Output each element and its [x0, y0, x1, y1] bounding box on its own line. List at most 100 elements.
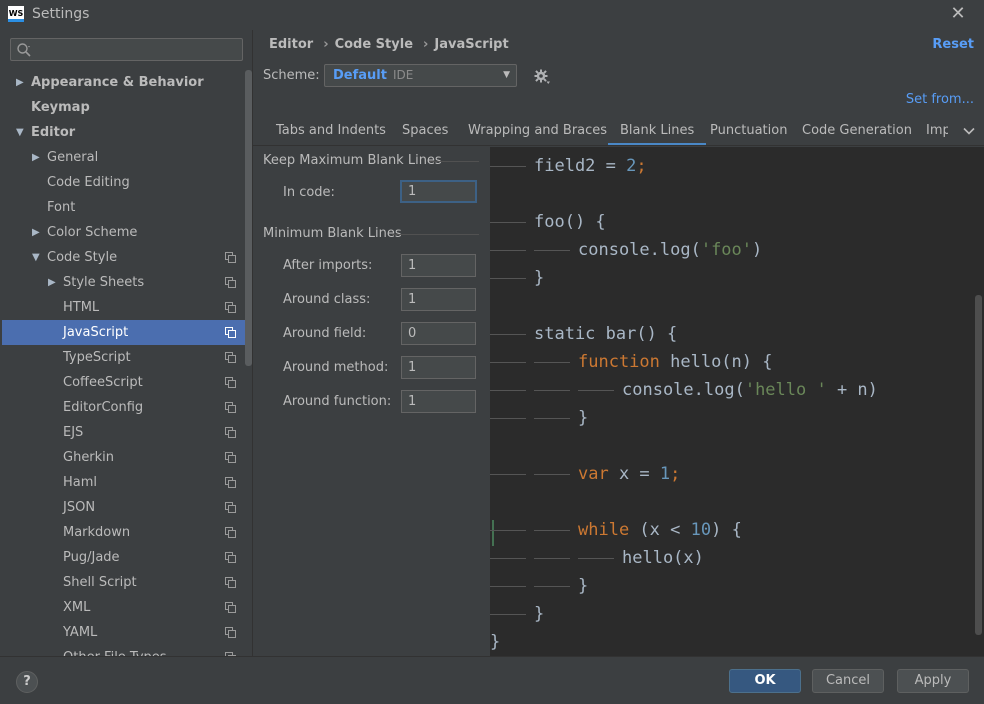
- code-line: }: [490, 404, 588, 432]
- reset-link[interactable]: Reset: [932, 37, 974, 52]
- tree-item[interactable]: Other File Types: [2, 645, 252, 656]
- tab-imports[interactable]: Imp: [926, 116, 948, 145]
- tree-item[interactable]: Haml: [2, 470, 252, 495]
- set-from-link[interactable]: Set from...: [906, 92, 974, 107]
- indent-guide: [534, 529, 570, 531]
- tree-item-label: Pug/Jade: [63, 550, 120, 565]
- scheme-dropdown[interactable]: Default IDE ▼: [324, 64, 517, 87]
- project-scope-icon: [225, 327, 236, 338]
- tree-item-label: Code Style: [47, 250, 118, 265]
- code-line: field2 = 2;: [490, 152, 647, 180]
- tree-item[interactable]: ▶ Appearance & Behavior: [2, 70, 252, 95]
- after-imports-input[interactable]: 1: [401, 254, 476, 277]
- search-icon: [17, 43, 31, 57]
- tree-item[interactable]: XML: [2, 595, 252, 620]
- tree-item[interactable]: ▶ Style Sheets: [2, 270, 252, 295]
- project-scope-icon: [225, 577, 236, 588]
- help-button[interactable]: ?: [16, 671, 38, 693]
- tree-item[interactable]: Markdown: [2, 520, 252, 545]
- code-token: hello(n) {: [659, 352, 773, 372]
- collapsed-arrow-icon[interactable]: ▶: [32, 145, 42, 170]
- tree-item[interactable]: HTML: [2, 295, 252, 320]
- title-bar: WS Settings ✕: [0, 0, 984, 30]
- expanded-arrow-icon[interactable]: ▼: [16, 120, 26, 145]
- cancel-button[interactable]: Cancel: [812, 669, 884, 693]
- code-line: }: [490, 264, 544, 292]
- tree-item-label: Style Sheets: [63, 275, 145, 290]
- tab-tabs-and-indents[interactable]: Tabs and Indents: [276, 116, 386, 145]
- around-class-input[interactable]: 1: [401, 288, 476, 311]
- code-line: console.log('hello ' + n): [490, 376, 878, 404]
- apply-button[interactable]: Apply: [897, 669, 969, 693]
- tree-item[interactable]: ▶ General: [2, 145, 252, 170]
- tree-item-label: General: [47, 150, 99, 165]
- tab-code-generation[interactable]: Code Generation: [802, 116, 912, 145]
- in-code-label: In code:: [283, 185, 335, 200]
- ok-button[interactable]: OK: [729, 669, 801, 693]
- code-line: function hello(n) {: [490, 348, 772, 376]
- in-code-input[interactable]: 1: [400, 180, 477, 203]
- around-function-input[interactable]: 1: [401, 390, 476, 413]
- around-field-input[interactable]: 0: [401, 322, 476, 345]
- tree-item[interactable]: Keymap: [2, 95, 252, 120]
- tree-item[interactable]: CoffeeScript: [2, 370, 252, 395]
- tree-item[interactable]: Code Editing: [2, 170, 252, 195]
- tree-item[interactable]: Shell Script: [2, 570, 252, 595]
- indent-guide: [534, 473, 570, 475]
- code-line: }: [490, 628, 500, 656]
- expanded-arrow-icon[interactable]: ▼: [32, 245, 42, 270]
- group-separator: [392, 234, 479, 235]
- webstorm-logo-icon: WS: [8, 6, 24, 22]
- breadcrumb-item: JavaScript: [434, 37, 509, 52]
- code-token: }: [534, 604, 545, 624]
- tree-item[interactable]: ▼ Code Style: [2, 245, 252, 270]
- project-scope-icon: [225, 252, 236, 263]
- settings-navigation: ▶ Appearance & Behavior Keymap ▼ Editor ▶ Gene…: [2, 30, 252, 656]
- group-title-keep-maximum: Keep Maximum Blank Lines: [263, 153, 442, 168]
- indent-guide: [534, 557, 570, 559]
- tree-item[interactable]: ▼ Editor: [2, 120, 252, 145]
- indent-guide: [490, 221, 526, 223]
- tab-blank-lines[interactable]: Blank Lines: [608, 116, 707, 145]
- tree-item[interactable]: Gherkin: [2, 445, 252, 470]
- tree-item[interactable]: EditorConfig: [2, 395, 252, 420]
- around-method-input[interactable]: 1: [401, 356, 476, 379]
- project-scope-icon: [225, 377, 236, 388]
- tree-item[interactable]: Font: [2, 195, 252, 220]
- collapsed-arrow-icon[interactable]: ▶: [48, 270, 58, 295]
- tab-punctuation[interactable]: Punctuation: [710, 116, 787, 145]
- code-token: }: [490, 632, 501, 652]
- tab-spaces[interactable]: Spaces: [402, 116, 448, 145]
- tree-item[interactable]: YAML: [2, 620, 252, 645]
- chevron-down-icon[interactable]: [962, 124, 976, 138]
- breadcrumb-item: Code Style: [334, 37, 414, 52]
- close-icon[interactable]: ✕: [948, 4, 968, 24]
- preview-scrollbar[interactable]: [975, 295, 982, 635]
- tree-item-label: YAML: [63, 625, 98, 640]
- tree-item[interactable]: JavaScript: [2, 320, 252, 345]
- tab-bar: Tabs and Indents Spaces Wrapping and Bra…: [253, 116, 984, 146]
- collapsed-arrow-icon[interactable]: ▶: [32, 220, 42, 245]
- tree-item[interactable]: ▶ Color Scheme: [2, 220, 252, 245]
- indent-guide: [490, 361, 526, 363]
- code-line: hello(x): [490, 544, 704, 572]
- tree-item[interactable]: JSON: [2, 495, 252, 520]
- code-preview[interactable]: field2 = 2; foo() {console.log('foo')} sta…: [490, 147, 984, 656]
- indent-guide: [490, 473, 526, 475]
- scheme-label: Scheme:: [263, 68, 320, 83]
- tree-item[interactable]: EJS: [2, 420, 252, 445]
- tree-item-label: TypeScript: [63, 350, 131, 365]
- tab-wrapping-and-braces[interactable]: Wrapping and Braces: [468, 116, 607, 145]
- tree-scrollbar[interactable]: [245, 70, 252, 366]
- collapsed-arrow-icon[interactable]: ▶: [16, 70, 26, 95]
- search-input[interactable]: [10, 38, 243, 61]
- tree-item-label: Shell Script: [63, 575, 137, 590]
- gear-icon[interactable]: [533, 67, 551, 85]
- project-scope-icon: [225, 402, 236, 413]
- code-token: 2: [626, 156, 637, 176]
- indent-guide: [490, 249, 526, 251]
- indent-guide: [578, 389, 614, 391]
- tree-item[interactable]: TypeScript: [2, 345, 252, 370]
- indent-guide: [534, 585, 570, 587]
- tree-item[interactable]: Pug/Jade: [2, 545, 252, 570]
